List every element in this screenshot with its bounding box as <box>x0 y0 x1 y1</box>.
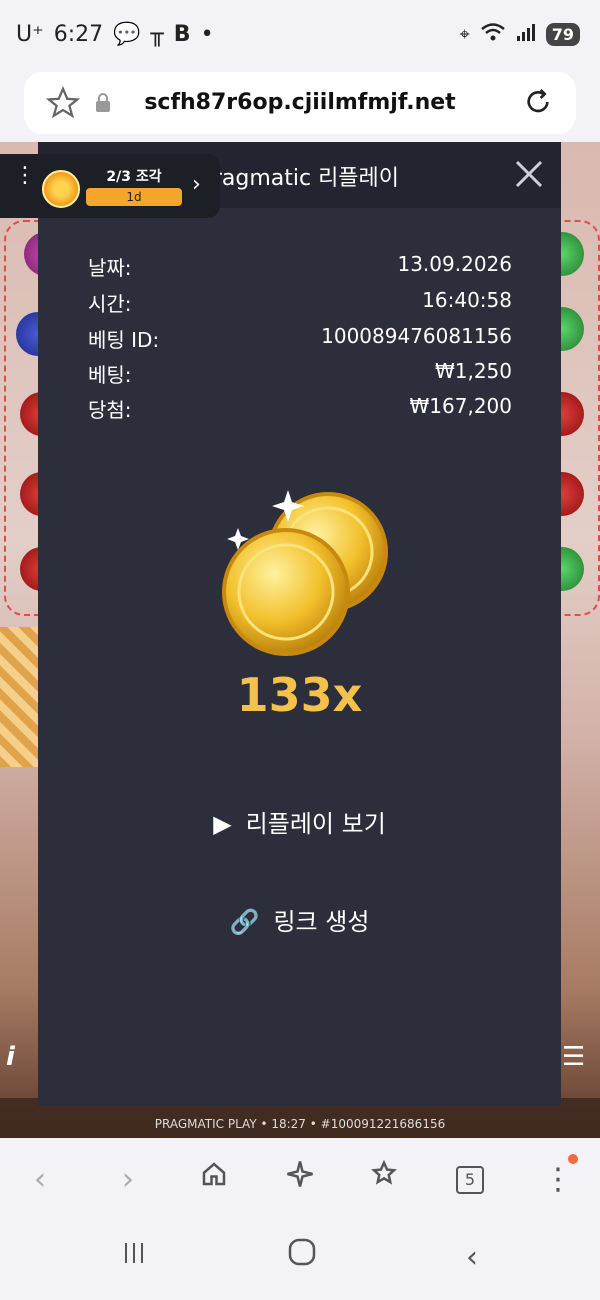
reload-icon[interactable] <box>522 86 554 122</box>
ai-button[interactable] <box>278 1158 322 1202</box>
info-row-time: 시간: 16:40:58 <box>88 288 512 322</box>
chevron-left-icon: ‹ <box>34 1162 46 1197</box>
row-value: 13.09.2026 <box>397 252 512 276</box>
waffle-decoration <box>0 627 40 767</box>
url-text[interactable]: scfh87r6op.cjiilmfmjf.net <box>24 90 576 115</box>
row-label: 당첨: <box>88 398 132 422</box>
multiplier-text: 133x <box>236 668 363 722</box>
coin-icon <box>42 170 80 208</box>
create-link-button[interactable]: 🔗 링크 생성 <box>38 902 561 937</box>
sparkle-icon <box>287 1161 313 1187</box>
link-icon: 🔗 <box>229 908 260 936</box>
bookmarks-button[interactable] <box>362 1158 406 1202</box>
info-row-bet: 베팅: ₩1,250 <box>88 359 512 393</box>
home-circle-icon <box>288 1238 316 1266</box>
clock: 6:27 <box>53 22 104 47</box>
carrier-label: U⁺ <box>16 22 44 47</box>
browser-nav-bar: ‹ › 5 ⋮ <box>0 1140 600 1220</box>
home-system-button[interactable] <box>280 1236 324 1280</box>
row-label: 시간: <box>88 292 132 316</box>
coins-icon <box>208 472 398 672</box>
battery-badge: 79 <box>545 23 580 46</box>
more-icon[interactable]: ⋮ <box>14 165 36 187</box>
home-button[interactable] <box>192 1158 236 1202</box>
more-vert-icon: ⋮ <box>543 1162 573 1197</box>
system-nav-bar: ‹ <box>0 1220 600 1300</box>
row-label: 날짜: <box>88 256 132 280</box>
row-value: 100089476081156 <box>321 324 512 348</box>
close-button[interactable] <box>511 156 547 192</box>
wifi-icon <box>480 22 506 47</box>
t-icon: ╥ <box>150 22 164 47</box>
create-link-label: 링크 생성 <box>273 908 370 936</box>
tabs-button[interactable]: 5 <box>448 1158 492 1202</box>
star-list-icon <box>371 1159 397 1185</box>
badge-timer: 1d <box>86 188 182 206</box>
talk-icon: 💬 <box>113 22 141 47</box>
info-row-win: 당첨: ₩167,200 <box>88 394 512 428</box>
close-icon <box>515 160 543 188</box>
location-icon: ⌖ <box>459 24 470 45</box>
info-row-bet-id: 베팅 ID: 100089476081156 <box>88 324 512 358</box>
quest-badge[interactable]: ⋮ 2/3 조각 1d › <box>0 154 220 218</box>
forward-button[interactable]: › <box>106 1158 150 1202</box>
home-icon <box>202 1162 226 1186</box>
game-footer-text: PRAGMATIC PLAY • 18:27 • #10009122168615… <box>154 1117 446 1131</box>
play-icon: ▶ <box>213 810 232 838</box>
info-row-date: 날짜: 13.09.2026 <box>88 252 512 286</box>
chevron-left-icon: ‹ <box>466 1240 478 1275</box>
row-value: ₩167,200 <box>409 394 512 418</box>
replay-modal: Pragmatic 리플레이 날짜: 13.09.2026 시간: 16:40:… <box>38 142 561 1106</box>
info-icon[interactable]: i <box>6 1042 15 1072</box>
dot-icon: • <box>200 22 214 47</box>
tab-count: 5 <box>456 1166 484 1194</box>
row-value: 16:40:58 <box>422 288 512 312</box>
menu-icon[interactable]: ☰ <box>562 1042 585 1072</box>
notification-dot <box>568 1154 578 1164</box>
url-bar[interactable]: scfh87r6op.cjiilmfmjf.net <box>24 72 576 134</box>
menu-button[interactable]: ⋮ <box>536 1158 580 1202</box>
watch-replay-label: 리플레이 보기 <box>245 810 386 838</box>
row-value: ₩1,250 <box>434 359 512 383</box>
recents-icon <box>125 1243 143 1263</box>
row-label: 베팅 ID: <box>88 328 160 352</box>
signal-icon <box>516 22 536 47</box>
watch-replay-button[interactable]: ▶ 리플레이 보기 <box>38 804 561 839</box>
badge-progress: 2/3 조각 <box>106 169 162 185</box>
chevron-right-icon: › <box>122 1162 134 1197</box>
back-button[interactable]: ‹ <box>18 1158 62 1202</box>
recents-button[interactable] <box>112 1236 156 1280</box>
status-bar: U⁺ 6:27 💬 ╥ B • ⌖ 79 <box>0 0 600 70</box>
back-system-button[interactable]: ‹ <box>450 1236 494 1280</box>
b-icon: B <box>173 22 191 47</box>
chevron-right-icon[interactable]: › <box>192 172 201 197</box>
row-label: 베팅: <box>88 363 132 387</box>
